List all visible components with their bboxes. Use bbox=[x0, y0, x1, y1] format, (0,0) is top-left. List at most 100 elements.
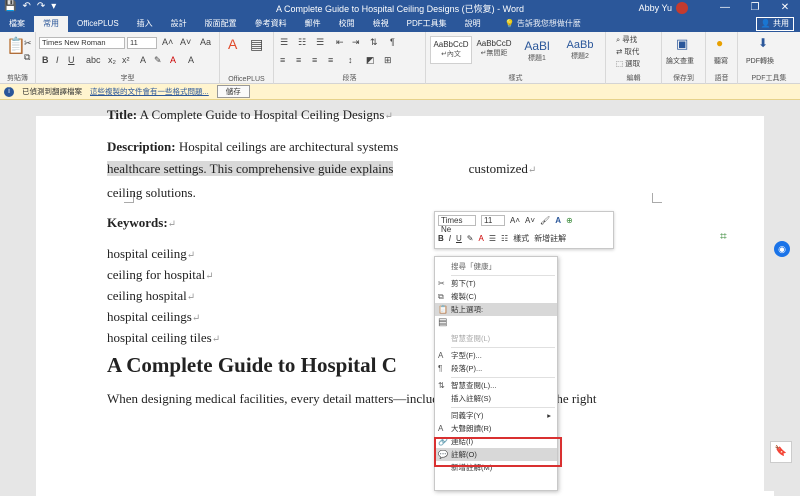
strikethrough-icon[interactable]: abc bbox=[86, 55, 101, 65]
mini-grow-font-icon[interactable]: A˄ bbox=[510, 216, 520, 225]
restore-button[interactable]: ❐ bbox=[740, 0, 770, 16]
font-color-icon[interactable]: A bbox=[170, 55, 176, 65]
cut-icon[interactable]: ✂ bbox=[24, 38, 32, 49]
superscript-icon[interactable]: x² bbox=[122, 55, 130, 65]
assistant-icon[interactable]: ◉ bbox=[774, 241, 790, 257]
change-case-icon[interactable]: Aa bbox=[200, 37, 211, 47]
style-heading1[interactable]: AaBl 標題1 bbox=[516, 36, 558, 64]
mini-bullets-icon[interactable]: ☰ bbox=[489, 234, 496, 243]
char-shading-icon[interactable]: A bbox=[188, 55, 194, 65]
text-effects-icon[interactable]: A bbox=[140, 55, 146, 65]
borders-icon[interactable]: ⊞ bbox=[384, 55, 392, 66]
tell-me-box[interactable]: 💡 告訴我您想做什麼 bbox=[496, 16, 590, 32]
menu-item-cut[interactable]: ✂ 剪下(T) bbox=[435, 277, 557, 290]
multilevel-list-icon[interactable]: ☰ bbox=[316, 37, 324, 48]
copy-icon[interactable]: ⧉ bbox=[24, 52, 30, 63]
context-menu-search[interactable]: 搜尋「健康」 bbox=[435, 260, 557, 273]
show-marks-icon[interactable]: ¶ bbox=[390, 37, 395, 47]
menu-item-read-aloud[interactable]: A 大聲朗讀(R) bbox=[435, 422, 557, 435]
menu-item-paragraph[interactable]: ¶ 段落(P)... bbox=[435, 362, 557, 375]
minimize-button[interactable]: — bbox=[710, 0, 740, 16]
dictate-icon[interactable]: ● bbox=[716, 36, 723, 50]
user-account[interactable]: Abby Yu bbox=[639, 2, 688, 14]
mini-new-comment-icon[interactable]: ⊕ bbox=[566, 216, 573, 225]
font-group-label: 字型 bbox=[120, 75, 135, 82]
mini-format-painter-icon[interactable]: 🖌 bbox=[540, 216, 550, 225]
shading-icon[interactable]: ◩ bbox=[366, 55, 375, 66]
shrink-font-icon[interactable]: A˅ bbox=[180, 37, 191, 47]
mini-underline-icon[interactable]: U bbox=[456, 234, 462, 243]
mini-font-name[interactable]: Times Ne bbox=[438, 215, 476, 234]
tab-mailings[interactable]: 郵件 bbox=[296, 16, 330, 32]
tab-file[interactable]: 檔案 bbox=[0, 16, 34, 32]
sort-icon[interactable]: ⇅ bbox=[370, 37, 378, 48]
mini-numbering-icon[interactable]: ☷ bbox=[501, 234, 508, 243]
line-spacing-icon[interactable]: ↕ bbox=[348, 55, 353, 65]
info-link[interactable]: 這些複製的文件會有一些格式問題... bbox=[90, 86, 209, 97]
share-button[interactable]: 👤 共用 bbox=[755, 17, 794, 31]
style-no-spacing[interactable]: AaBbCcD ↵無間距 bbox=[473, 36, 515, 64]
tab-review[interactable]: 校閱 bbox=[330, 16, 364, 32]
grow-font-icon[interactable]: A˄ bbox=[162, 37, 173, 47]
pdf-convert-icon[interactable]: ⬇ bbox=[758, 36, 768, 50]
title-text: A Complete Guide to Hospital Ceiling Des… bbox=[139, 107, 385, 122]
officeplus-template-icon[interactable]: ▤ bbox=[250, 36, 263, 53]
tab-references[interactable]: 參考資料 bbox=[246, 16, 296, 32]
paste-icon[interactable]: 📋 bbox=[6, 36, 26, 56]
highlight-icon[interactable]: ✎ bbox=[154, 55, 162, 66]
align-left-icon[interactable]: ≡ bbox=[280, 55, 285, 65]
mini-new-comment-label[interactable]: 新增註解 bbox=[534, 233, 566, 244]
mini-styles-icon[interactable]: A bbox=[555, 216, 561, 225]
mini-font-color-icon[interactable]: A bbox=[479, 234, 484, 243]
avatar[interactable] bbox=[676, 2, 688, 14]
numbering-icon[interactable]: ☷ bbox=[298, 37, 306, 48]
menu-item-insert-comment[interactable]: 插入註解(S) bbox=[435, 392, 557, 405]
comment-indicator-icon[interactable]: ⌗ bbox=[720, 229, 727, 244]
style-normal[interactable]: AaBbCcD ↵內文 bbox=[430, 36, 472, 64]
menu-item-copy[interactable]: ⧉ 複製(C) bbox=[435, 290, 557, 303]
close-button[interactable]: ✕ bbox=[770, 0, 800, 16]
increase-indent-icon[interactable]: ⇥ bbox=[352, 37, 360, 48]
tell-me-text: 告訴我您想做什麼 bbox=[516, 19, 581, 28]
menu-item-smart-lookup[interactable]: ⇅ 智慧查閱(L)... bbox=[435, 379, 557, 392]
menu-item-font[interactable]: A 字型(F)... bbox=[435, 349, 557, 362]
bold-icon[interactable]: B bbox=[42, 55, 49, 65]
underline-icon[interactable]: U bbox=[68, 55, 75, 65]
tab-insert[interactable]: 插入 bbox=[128, 16, 162, 32]
officeplus-font-icon[interactable]: A bbox=[228, 36, 237, 52]
mini-font-size[interactable]: 11 bbox=[481, 215, 505, 226]
mini-bold-icon[interactable]: B bbox=[438, 234, 444, 243]
font-size-box[interactable]: 11 bbox=[127, 37, 157, 49]
select-button[interactable]: ⬚ 選取 bbox=[616, 58, 640, 69]
info-save-button[interactable]: 儲存 bbox=[216, 85, 250, 98]
tab-design[interactable]: 設計 bbox=[162, 16, 196, 32]
italic-icon[interactable]: I bbox=[56, 55, 59, 65]
align-right-icon[interactable]: ≡ bbox=[312, 55, 317, 65]
mini-shrink-font-icon[interactable]: A˅ bbox=[525, 216, 535, 225]
bookmark-icon[interactable]: 🔖 bbox=[770, 441, 792, 463]
menu-item-synonyms[interactable]: 同義字(Y) ▸ bbox=[435, 409, 557, 422]
font-name-box[interactable]: Times New Roman bbox=[39, 37, 125, 49]
mini-highlight-icon[interactable]: ✎ bbox=[467, 234, 474, 243]
tab-layout[interactable]: 版面配置 bbox=[196, 16, 246, 32]
menu-item-paste-keep-text[interactable]: ▤ bbox=[435, 316, 557, 329]
decrease-indent-icon[interactable]: ⇤ bbox=[336, 37, 344, 48]
share-icon: 👤 bbox=[760, 19, 773, 28]
tab-pdf-tools[interactable]: PDF工具集 bbox=[398, 16, 456, 32]
style-heading2[interactable]: AaBb 標題2 bbox=[559, 36, 601, 64]
replace-button[interactable]: ⇄ 取代 bbox=[616, 46, 639, 57]
justify-icon[interactable]: ≡ bbox=[328, 55, 333, 65]
menu-item-paste-options[interactable]: 📋 貼上選項: bbox=[435, 303, 557, 316]
tab-home[interactable]: 常用 bbox=[34, 16, 68, 32]
mini-italic-icon[interactable]: I bbox=[449, 234, 451, 243]
tab-help[interactable]: 說明 bbox=[456, 16, 490, 32]
subscript-icon[interactable]: x₂ bbox=[108, 55, 116, 65]
paper-check-icon[interactable]: ▣ bbox=[676, 36, 688, 52]
mini-styles-label[interactable]: 樣式 bbox=[513, 233, 529, 244]
tab-view[interactable]: 檢視 bbox=[364, 16, 398, 32]
align-center-icon[interactable]: ≡ bbox=[296, 55, 301, 65]
menu-item-label: 複製(C) bbox=[451, 292, 477, 301]
bullets-icon[interactable]: ☰ bbox=[280, 37, 288, 48]
find-button[interactable]: ⌕ 尋找 bbox=[616, 34, 637, 45]
tab-officeplus[interactable]: OfficePLUS bbox=[68, 16, 128, 32]
